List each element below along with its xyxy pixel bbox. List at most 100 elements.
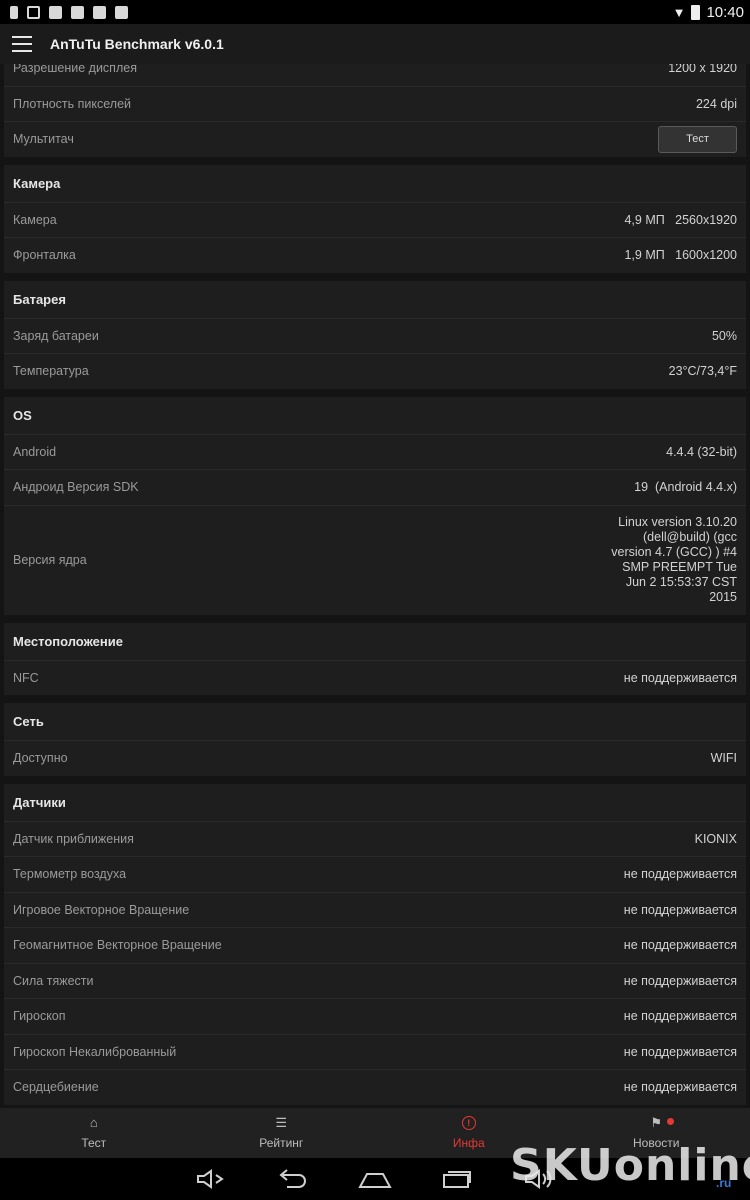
row-label: Геомагнитное Векторное Вращение <box>13 938 222 953</box>
row-label: Версия ядра <box>13 553 87 567</box>
check-icon <box>93 5 106 19</box>
row-value: 50% <box>711 328 737 343</box>
info-row: Игровое Векторное Вращение не поддержива… <box>4 891 746 928</box>
row-value: не поддерживается <box>623 670 737 685</box>
info-row: Заряд батареи 50% <box>4 317 746 354</box>
info-row: Геомагнитное Векторное Вращение не подде… <box>4 927 746 963</box>
row-label: NFC <box>13 670 39 685</box>
info-row: Сила тяжести не поддерживается <box>4 962 746 999</box>
row-label: Температура <box>13 364 89 379</box>
info-row: Плотность пикселей 224 dpi <box>4 85 746 122</box>
app-title: AnTuTu Benchmark v6.0.1 <box>50 36 224 52</box>
row-label: Игровое Векторное Вращение <box>13 902 190 917</box>
check-icon <box>71 5 84 19</box>
info-row: Версия ядра Linux version 3.10.20 (dell@… <box>4 504 746 615</box>
info-row: Андроид Версия SDK 19 (Android 4.4.x) <box>4 469 746 505</box>
info-list[interactable]: Разрешение дисплея 1200 x 1920 Плотность… <box>0 50 750 1108</box>
camera-section: Камера Камера 4,9 МП 2560x1920 Фронталка… <box>4 164 746 273</box>
row-value: не поддерживается <box>623 902 737 917</box>
row-label: Гироскоп <box>13 1009 66 1024</box>
row-label: Доступно <box>13 751 68 766</box>
location-section: Местоположение NFC не поддерживается <box>4 622 746 696</box>
row-label: Плотность пикселей <box>13 96 132 111</box>
row-value: 4.4.4 (32-bit) <box>666 444 737 459</box>
row-value: WIFI <box>710 751 737 766</box>
row-label: Термометр воздуха <box>13 867 127 882</box>
row-value: не поддерживается <box>623 1044 737 1059</box>
store-icon <box>115 5 128 19</box>
clock: 10:40 <box>706 3 744 21</box>
row-value: 19 (Android 4.4.x) <box>634 480 737 495</box>
row-label: Сила тяжести <box>13 973 94 988</box>
section-title: OS <box>13 407 32 423</box>
row-label: Камера <box>13 212 57 227</box>
battery-icon <box>691 4 701 20</box>
notification-dot <box>666 1118 674 1125</box>
row-value: 224 dpi <box>695 96 737 111</box>
row-value: KIONIX <box>694 831 737 846</box>
watermark-suffix: .ru <box>716 1176 732 1190</box>
app-bar: AnTuTu Benchmark v6.0.1 <box>0 24 750 64</box>
nav-rating[interactable]: ☰ Рейтинг <box>188 1108 376 1158</box>
recents-icon[interactable] <box>440 1168 474 1190</box>
row-value: не поддерживается <box>623 973 737 988</box>
wifi-icon: ▼ <box>672 4 686 20</box>
row-value: не поддерживается <box>623 1080 737 1095</box>
mail-icon <box>49 5 62 19</box>
home-button-icon[interactable] <box>358 1168 392 1190</box>
info-row: Мультитач Тест <box>4 121 746 157</box>
nav-label: Тест <box>81 1136 107 1150</box>
section-title: Датчики <box>13 794 66 810</box>
back-icon[interactable] <box>276 1168 310 1190</box>
info-row: Камера 4,9 МП 2560x1920 <box>4 201 746 238</box>
row-value: не поддерживается <box>623 867 737 882</box>
info-row: Фронталка 1,9 МП 1600x1200 <box>4 237 746 273</box>
section-title: Местоположение <box>13 633 123 649</box>
nav-test[interactable]: ⌂ Тест <box>0 1108 188 1158</box>
row-label: Сердцебиение <box>13 1080 99 1095</box>
bell-icon: ⚑ <box>650 1115 663 1130</box>
volume-down-icon[interactable] <box>194 1168 228 1190</box>
os-section: OS Android 4.4.4 (32-bit) Андроид Версия… <box>4 396 746 615</box>
row-label: Заряд батареи <box>13 328 99 343</box>
sensors-section: Датчики Датчик приближения KIONIX Термом… <box>4 783 746 1105</box>
row-label: Мультитач <box>13 132 74 147</box>
notification-icons <box>10 5 128 19</box>
info-row: Термометр воздуха не поддерживается <box>4 856 746 892</box>
multitouch-test-button[interactable]: Тест <box>658 125 737 153</box>
row-label: Датчик приближения <box>13 831 134 846</box>
battery-section: Батарея Заряд батареи 50% Температура 23… <box>4 280 746 389</box>
row-label: Гироскоп Некалиброванный <box>13 1044 177 1059</box>
info-row: Android 4.4.4 (32-bit) <box>4 433 746 470</box>
menu-icon[interactable] <box>12 36 32 52</box>
network-section: Сеть Доступно WIFI <box>4 703 746 776</box>
row-value: 4,9 МП 2560x1920 <box>624 212 737 227</box>
info-row: Гироскоп не поддерживается <box>4 998 746 1034</box>
row-value: 1,9 МП 1600x1200 <box>624 248 737 263</box>
info-icon: ! <box>461 1116 476 1130</box>
section-title: Сеть <box>13 714 44 729</box>
watermark-logo: SKUonline <box>510 1140 750 1191</box>
row-label: Фронталка <box>13 248 76 263</box>
row-value: 23°C/73,4°F <box>668 364 737 379</box>
row-value: не поддерживается <box>623 938 737 953</box>
sim-icon <box>10 5 18 19</box>
info-row: Сердцебиение не поддерживается <box>4 1069 746 1105</box>
kernel-version-value: Linux version 3.10.20 (dell@build) (gcc … <box>611 515 737 604</box>
display-section: Разрешение дисплея 1200 x 1920 Плотность… <box>4 50 746 157</box>
image-icon <box>27 5 40 19</box>
status-bar: ▼ 10:40 <box>0 0 750 24</box>
info-row: Датчик приближения KIONIX <box>4 820 746 857</box>
info-row: NFC не поддерживается <box>4 659 746 696</box>
section-title: Батарея <box>13 291 66 307</box>
info-row: Температура 23°C/73,4°F <box>4 353 746 389</box>
nav-label: Рейтинг <box>259 1136 304 1150</box>
row-label: Android <box>13 444 57 459</box>
info-row: Гироскоп Некалиброванный не поддерживает… <box>4 1033 746 1070</box>
row-label: Андроид Версия SDK <box>13 480 139 495</box>
nav-label: Инфа <box>452 1136 485 1150</box>
home-icon: ⌂ <box>89 1115 98 1130</box>
row-value: не поддерживается <box>623 1009 737 1024</box>
section-title: Камера <box>13 175 61 191</box>
list-icon: ☰ <box>275 1115 288 1130</box>
